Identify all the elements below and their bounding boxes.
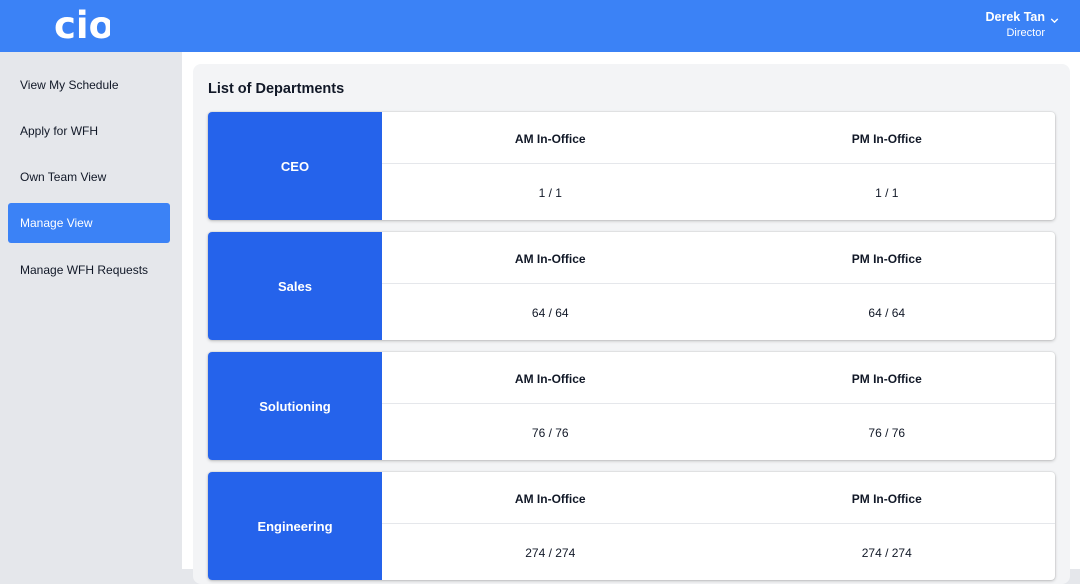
- pm-in-office-value: 76 / 76: [868, 426, 906, 440]
- pm-in-office-value: 64 / 64: [868, 306, 906, 320]
- department-name: Engineering: [208, 472, 382, 580]
- am-in-office-header: AM In-Office: [514, 372, 586, 386]
- pm-in-office-value: 1 / 1: [875, 186, 899, 200]
- row-divider: [382, 403, 1055, 404]
- row-divider: [382, 163, 1055, 164]
- row-divider: [382, 283, 1055, 284]
- cio-logo[interactable]: cio: [54, 7, 110, 43]
- am-in-office-header: AM In-Office: [514, 492, 586, 506]
- pm-in-office-value: 274 / 274: [861, 546, 912, 560]
- page-title: List of Departments: [208, 81, 345, 97]
- main-content: List of Departments CEO AM In-Office PM …: [182, 52, 1080, 584]
- department-name: Solutioning: [208, 352, 382, 460]
- am-in-office-header: AM In-Office: [514, 132, 586, 146]
- department-name: Sales: [208, 232, 382, 340]
- pm-in-office-header: PM In-Office: [851, 492, 922, 506]
- sidebar: View My Schedule Apply for WFH Own Team …: [0, 52, 182, 569]
- sidebar-item-manage-view[interactable]: Manage View: [8, 203, 170, 243]
- department-card-sales[interactable]: Sales AM In-Office PM In-Office 64 / 64 …: [208, 232, 1055, 340]
- am-in-office-value: 274 / 274: [525, 546, 576, 560]
- pm-in-office-header: PM In-Office: [851, 252, 922, 266]
- department-stats: AM In-Office PM In-Office 274 / 274 274 …: [382, 472, 1055, 580]
- departments-panel: List of Departments CEO AM In-Office PM …: [193, 64, 1070, 584]
- sidebar-item-apply-for-wfh[interactable]: Apply for WFH: [8, 111, 170, 151]
- user-menu[interactable]: Derek Tan Director: [985, 10, 1045, 40]
- am-in-office-value: 64 / 64: [531, 306, 569, 320]
- department-card-solutioning[interactable]: Solutioning AM In-Office PM In-Office 76…: [208, 352, 1055, 460]
- department-card-engineering[interactable]: Engineering AM In-Office PM In-Office 27…: [208, 472, 1055, 580]
- logo-text: cio: [54, 7, 110, 43]
- am-in-office-value: 1 / 1: [538, 186, 562, 200]
- department-stats: AM In-Office PM In-Office 64 / 64 64 / 6…: [382, 232, 1055, 340]
- row-divider: [382, 523, 1055, 524]
- department-card-ceo[interactable]: CEO AM In-Office PM In-Office 1 / 1 1 / …: [208, 112, 1055, 220]
- department-stats: AM In-Office PM In-Office 1 / 1 1 / 1: [382, 112, 1055, 220]
- top-bar: cio Derek Tan Director: [0, 0, 1080, 52]
- am-in-office-header: AM In-Office: [514, 252, 586, 266]
- sidebar-item-manage-wfh-requests[interactable]: Manage WFH Requests: [8, 250, 170, 290]
- department-stats: AM In-Office PM In-Office 76 / 76 76 / 7…: [382, 352, 1055, 460]
- user-role: Director: [1006, 27, 1045, 39]
- user-name: Derek Tan: [985, 10, 1045, 24]
- pm-in-office-header: PM In-Office: [851, 132, 922, 146]
- department-name: CEO: [208, 112, 382, 220]
- sidebar-item-view-my-schedule[interactable]: View My Schedule: [8, 65, 170, 105]
- chevron-down-icon[interactable]: [1049, 15, 1060, 26]
- am-in-office-value: 76 / 76: [531, 426, 569, 440]
- pm-in-office-header: PM In-Office: [851, 372, 922, 386]
- sidebar-item-own-team-view[interactable]: Own Team View: [8, 157, 170, 197]
